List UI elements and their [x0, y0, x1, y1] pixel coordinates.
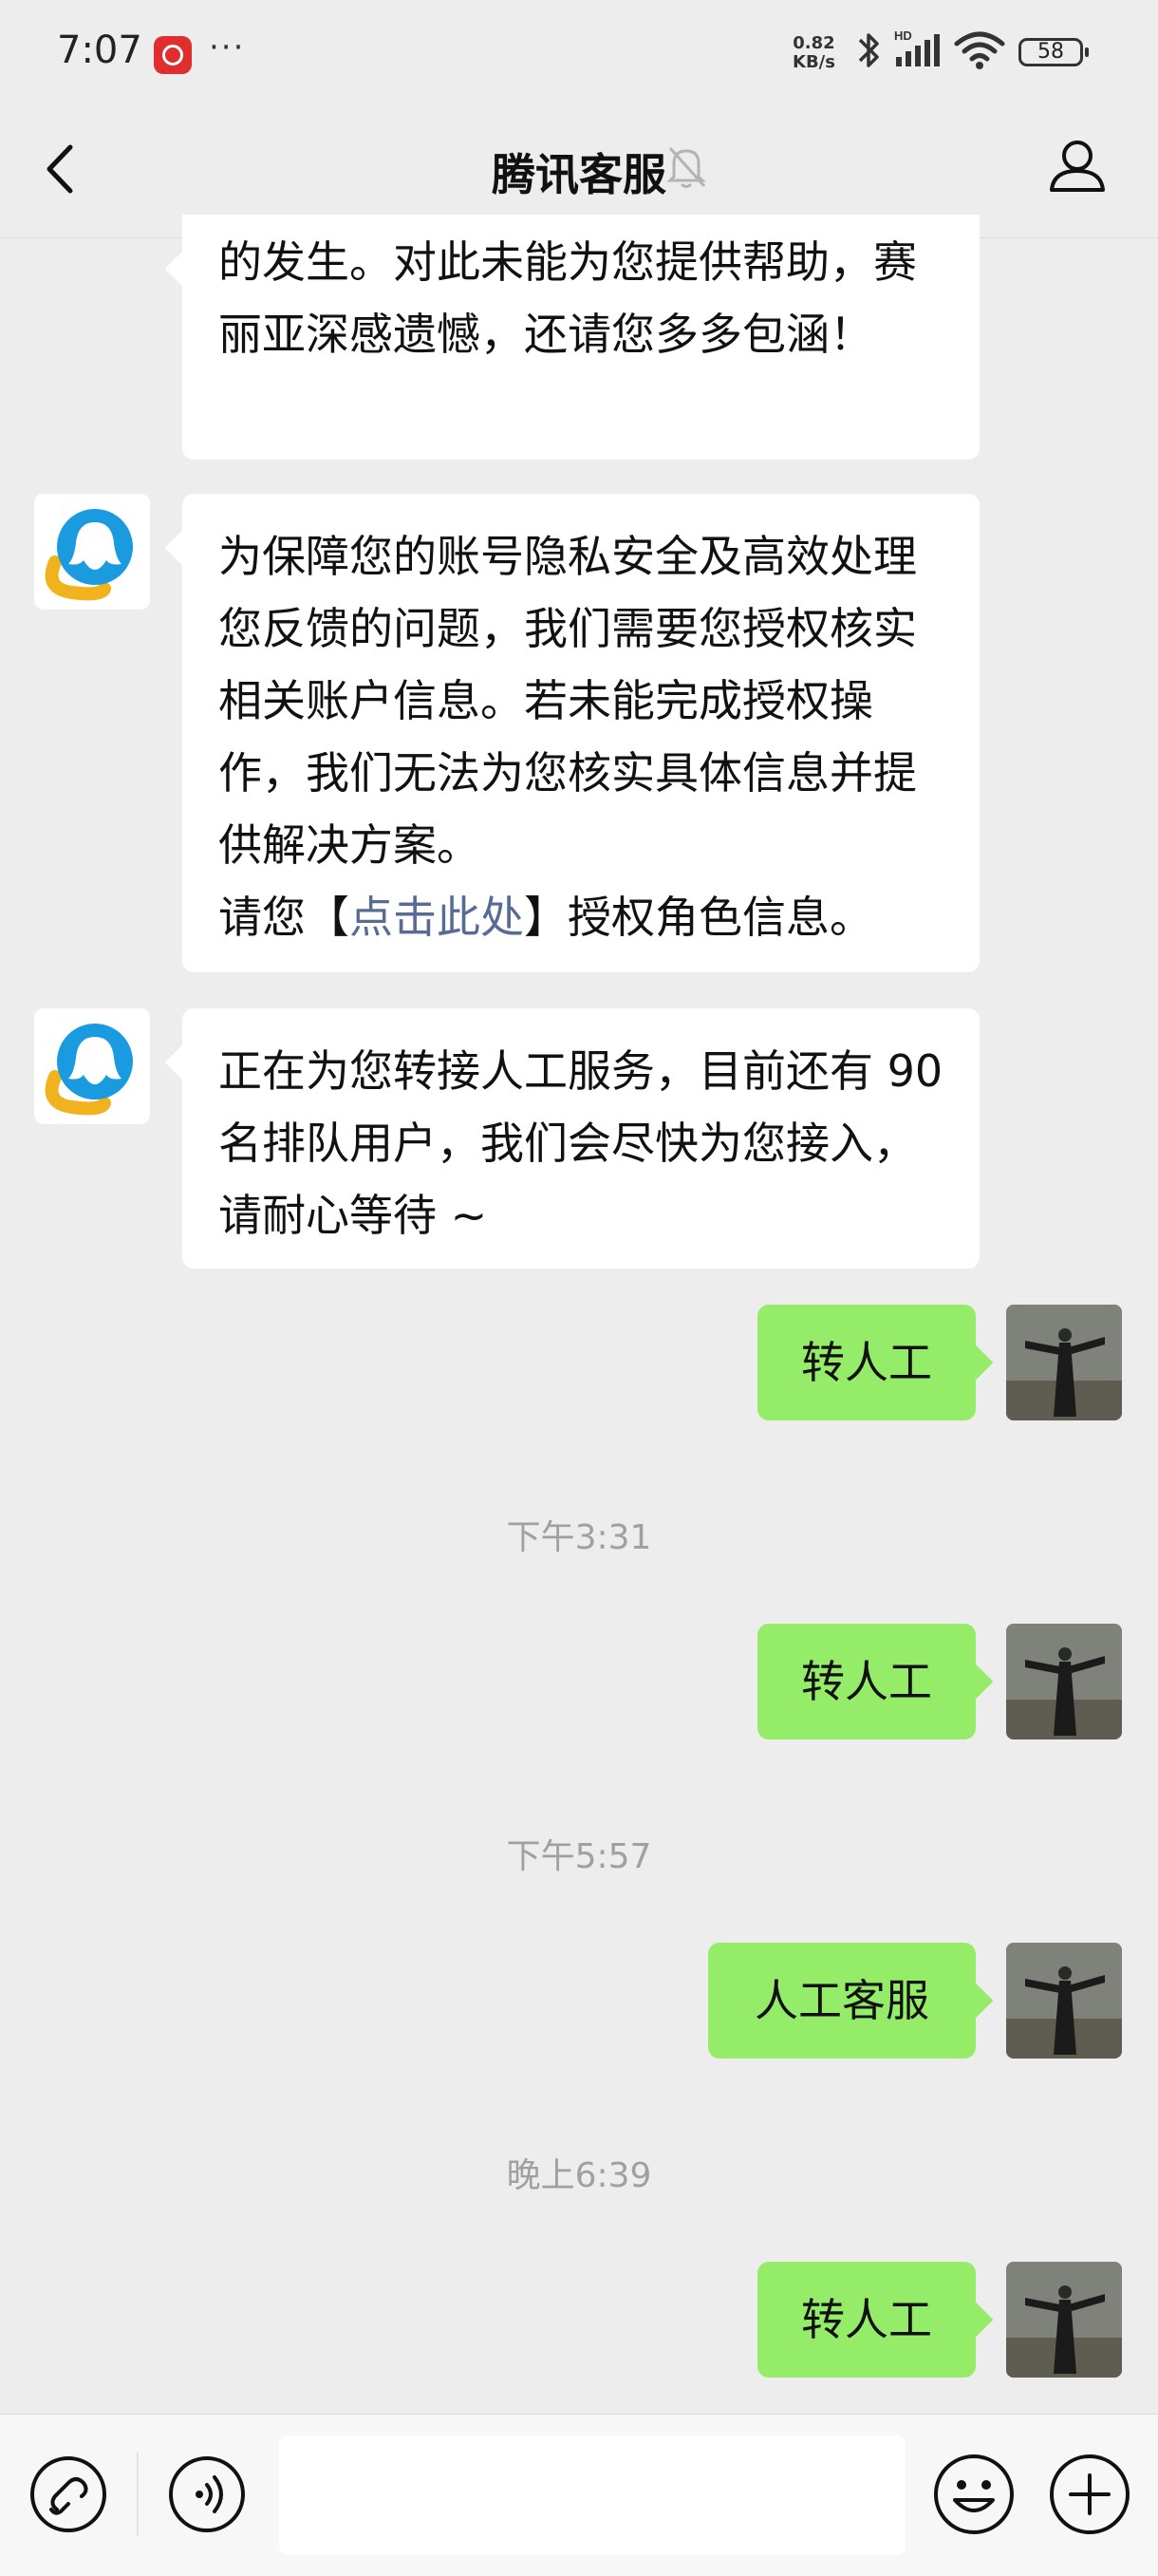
- battery-indicator: 58: [1018, 38, 1089, 66]
- status-bar: 7:07 ··· 0.82 KB/s HD 58: [0, 0, 1158, 103]
- qq-support-avatar[interactable]: [34, 494, 150, 610]
- user-avatar[interactable]: [1006, 2262, 1122, 2378]
- bell-off-icon: [666, 146, 706, 188]
- message-input-bar: [0, 2414, 1158, 2576]
- voice-icon[interactable]: [167, 2454, 247, 2534]
- user-avatar-photo: [1006, 1305, 1122, 1420]
- message-text: 请您【: [218, 892, 349, 943]
- outgoing-message-bubble[interactable]: 人工客服: [708, 1943, 976, 2059]
- outgoing-message-bubble[interactable]: 转人工: [757, 1624, 976, 1739]
- cellular-signal-icon: HD: [894, 28, 940, 66]
- chat-info-person-icon[interactable]: [1044, 133, 1111, 199]
- message-text: 转人工: [801, 1656, 932, 1707]
- authorize-link[interactable]: 点击此处: [349, 892, 524, 943]
- outgoing-message-bubble[interactable]: 转人工: [757, 2262, 976, 2378]
- status-time: 7:07: [57, 28, 142, 72]
- incoming-message-bubble[interactable]: 为保障您的账号隐私安全及高效处理您反馈的问题，我们需要您授权核实相关账户信息。若…: [182, 494, 980, 972]
- user-avatar-photo: [1006, 1943, 1122, 2059]
- message-input[interactable]: [279, 2435, 906, 2555]
- outgoing-message-bubble[interactable]: 转人工: [757, 1305, 976, 1420]
- message-text: 转人工: [801, 1337, 932, 1388]
- message-text: 人工客服: [755, 1975, 929, 2026]
- mini-program-icon[interactable]: [28, 2454, 108, 2534]
- qq-support-logo-icon: [45, 509, 133, 601]
- message-text: 】授权角色信息。: [524, 892, 873, 943]
- message-text: 正在为您转接人工服务，目前还有 90 名排队用户，我们会尽快为您接入，请耐心等待…: [218, 1045, 943, 1241]
- network-speed-value: 0.82: [793, 33, 835, 53]
- incoming-message-bubble[interactable]: 的发生。对此未能为您提供帮助，赛丽亚深感遗憾，还请您多多包涵！: [182, 215, 980, 460]
- more-notifications-icon: ···: [209, 28, 246, 66]
- netease-music-icon: [154, 36, 192, 74]
- input-divider: [137, 2453, 139, 2536]
- network-speed-unit: KB/s: [793, 52, 835, 72]
- message-timestamp: 下午3:31: [506, 1518, 652, 1557]
- network-badge: HD: [894, 28, 912, 43]
- chat-title: 腾讯客服: [492, 149, 666, 200]
- user-avatar[interactable]: [1006, 1305, 1122, 1420]
- qq-support-logo-icon: [45, 1024, 133, 1116]
- qq-support-avatar[interactable]: [34, 1008, 150, 1124]
- user-avatar-photo: [1006, 1624, 1122, 1739]
- bluetooth-icon: [858, 33, 879, 67]
- message-timestamp: 下午5:57: [506, 1837, 652, 1876]
- user-avatar[interactable]: [1006, 1943, 1122, 2059]
- incoming-message-bubble[interactable]: 正在为您转接人工服务，目前还有 90 名排队用户，我们会尽快为您接入，请耐心等待…: [182, 1008, 980, 1269]
- wifi-icon: [954, 31, 1005, 69]
- user-avatar-photo: [1006, 2262, 1122, 2378]
- smiley-icon[interactable]: [932, 2453, 1016, 2536]
- message-text: 转人工: [801, 2294, 932, 2345]
- user-avatar[interactable]: [1006, 1624, 1122, 1739]
- message-text: 为保障您的账号隐私安全及高效处理您反馈的问题，我们需要您授权核实相关账户信息。若…: [218, 531, 917, 871]
- network-speed: 0.82 KB/s: [793, 34, 835, 72]
- message-text: 的发生。对此未能为您提供帮助，赛丽亚深感遗憾，还请您多多包涵！: [218, 236, 917, 360]
- plus-icon[interactable]: [1048, 2453, 1131, 2536]
- message-timestamp: 晚上6:39: [506, 2156, 652, 2195]
